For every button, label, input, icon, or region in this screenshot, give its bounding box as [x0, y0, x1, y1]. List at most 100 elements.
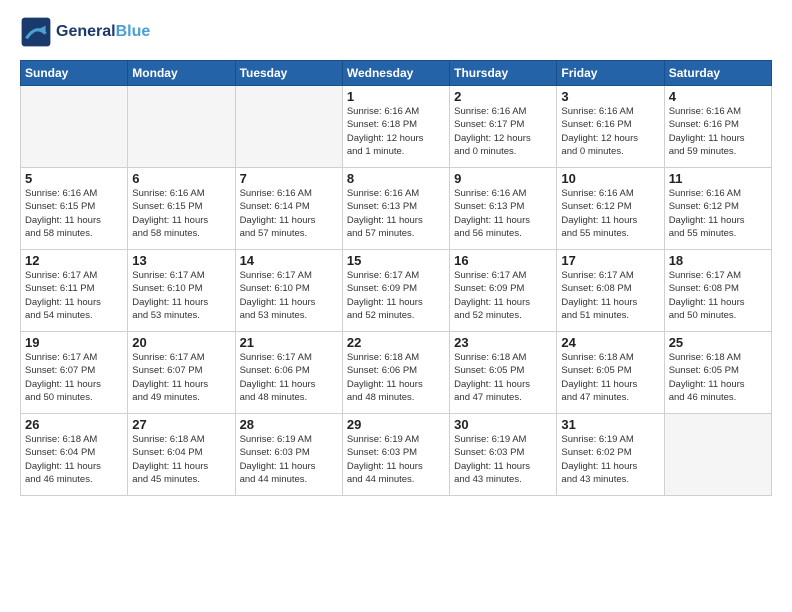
calendar-cell: 19Sunrise: 6:17 AM Sunset: 6:07 PM Dayli…: [21, 332, 128, 414]
calendar-cell: 21Sunrise: 6:17 AM Sunset: 6:06 PM Dayli…: [235, 332, 342, 414]
calendar-table: SundayMondayTuesdayWednesdayThursdayFrid…: [20, 60, 772, 496]
calendar-cell: 22Sunrise: 6:18 AM Sunset: 6:06 PM Dayli…: [342, 332, 449, 414]
day-number: 17: [561, 253, 659, 268]
day-number: 31: [561, 417, 659, 432]
day-number: 19: [25, 335, 123, 350]
calendar-cell: 10Sunrise: 6:16 AM Sunset: 6:12 PM Dayli…: [557, 168, 664, 250]
page-container: GeneralBlue SundayMondayTuesdayWednesday…: [0, 0, 792, 612]
calendar-cell: 18Sunrise: 6:17 AM Sunset: 6:08 PM Dayli…: [664, 250, 771, 332]
day-info: Sunrise: 6:17 AM Sunset: 6:08 PM Dayligh…: [561, 269, 659, 322]
day-info: Sunrise: 6:18 AM Sunset: 6:04 PM Dayligh…: [132, 433, 230, 486]
day-info: Sunrise: 6:17 AM Sunset: 6:11 PM Dayligh…: [25, 269, 123, 322]
calendar-cell: 17Sunrise: 6:17 AM Sunset: 6:08 PM Dayli…: [557, 250, 664, 332]
day-number: 9: [454, 171, 552, 186]
day-info: Sunrise: 6:16 AM Sunset: 6:14 PM Dayligh…: [240, 187, 338, 240]
day-number: 18: [669, 253, 767, 268]
day-info: Sunrise: 6:16 AM Sunset: 6:17 PM Dayligh…: [454, 105, 552, 158]
calendar-cell: 7Sunrise: 6:16 AM Sunset: 6:14 PM Daylig…: [235, 168, 342, 250]
day-number: 8: [347, 171, 445, 186]
day-info: Sunrise: 6:16 AM Sunset: 6:12 PM Dayligh…: [561, 187, 659, 240]
day-number: 1: [347, 89, 445, 104]
calendar-cell: [21, 86, 128, 168]
calendar-cell: 13Sunrise: 6:17 AM Sunset: 6:10 PM Dayli…: [128, 250, 235, 332]
logo-icon: [20, 16, 52, 48]
calendar-week-3: 12Sunrise: 6:17 AM Sunset: 6:11 PM Dayli…: [21, 250, 772, 332]
weekday-header-saturday: Saturday: [664, 61, 771, 86]
day-number: 24: [561, 335, 659, 350]
day-info: Sunrise: 6:16 AM Sunset: 6:15 PM Dayligh…: [132, 187, 230, 240]
calendar-cell: 28Sunrise: 6:19 AM Sunset: 6:03 PM Dayli…: [235, 414, 342, 496]
calendar-cell: 12Sunrise: 6:17 AM Sunset: 6:11 PM Dayli…: [21, 250, 128, 332]
day-info: Sunrise: 6:16 AM Sunset: 6:13 PM Dayligh…: [347, 187, 445, 240]
calendar-week-5: 26Sunrise: 6:18 AM Sunset: 6:04 PM Dayli…: [21, 414, 772, 496]
day-number: 25: [669, 335, 767, 350]
calendar-week-4: 19Sunrise: 6:17 AM Sunset: 6:07 PM Dayli…: [21, 332, 772, 414]
day-info: Sunrise: 6:18 AM Sunset: 6:04 PM Dayligh…: [25, 433, 123, 486]
day-number: 28: [240, 417, 338, 432]
calendar-cell: 1Sunrise: 6:16 AM Sunset: 6:18 PM Daylig…: [342, 86, 449, 168]
day-info: Sunrise: 6:19 AM Sunset: 6:03 PM Dayligh…: [240, 433, 338, 486]
calendar-cell: [664, 414, 771, 496]
calendar-cell: 5Sunrise: 6:16 AM Sunset: 6:15 PM Daylig…: [21, 168, 128, 250]
day-number: 16: [454, 253, 552, 268]
day-number: 29: [347, 417, 445, 432]
calendar-cell: 29Sunrise: 6:19 AM Sunset: 6:03 PM Dayli…: [342, 414, 449, 496]
weekday-header-wednesday: Wednesday: [342, 61, 449, 86]
day-info: Sunrise: 6:16 AM Sunset: 6:12 PM Dayligh…: [669, 187, 767, 240]
weekday-header-friday: Friday: [557, 61, 664, 86]
logo-text: GeneralBlue: [56, 23, 150, 41]
calendar-cell: 24Sunrise: 6:18 AM Sunset: 6:05 PM Dayli…: [557, 332, 664, 414]
day-info: Sunrise: 6:18 AM Sunset: 6:05 PM Dayligh…: [561, 351, 659, 404]
calendar-cell: [235, 86, 342, 168]
calendar-cell: 27Sunrise: 6:18 AM Sunset: 6:04 PM Dayli…: [128, 414, 235, 496]
day-number: 11: [669, 171, 767, 186]
day-number: 4: [669, 89, 767, 104]
day-number: 13: [132, 253, 230, 268]
day-info: Sunrise: 6:16 AM Sunset: 6:16 PM Dayligh…: [669, 105, 767, 158]
calendar-cell: [128, 86, 235, 168]
day-info: Sunrise: 6:18 AM Sunset: 6:06 PM Dayligh…: [347, 351, 445, 404]
day-info: Sunrise: 6:17 AM Sunset: 6:09 PM Dayligh…: [454, 269, 552, 322]
calendar-cell: 2Sunrise: 6:16 AM Sunset: 6:17 PM Daylig…: [450, 86, 557, 168]
weekday-header-row: SundayMondayTuesdayWednesdayThursdayFrid…: [21, 61, 772, 86]
calendar-cell: 20Sunrise: 6:17 AM Sunset: 6:07 PM Dayli…: [128, 332, 235, 414]
day-info: Sunrise: 6:17 AM Sunset: 6:07 PM Dayligh…: [132, 351, 230, 404]
calendar-cell: 16Sunrise: 6:17 AM Sunset: 6:09 PM Dayli…: [450, 250, 557, 332]
day-number: 20: [132, 335, 230, 350]
calendar-week-2: 5 Sunrise: 6:16 AM Sunset: 6:15 PM Daylig…: [21, 168, 772, 250]
day-info: Sunrise: 6:16 AM Sunset: 6:13 PM Dayligh…: [454, 187, 552, 240]
day-number: 3: [561, 89, 659, 104]
day-number: 14: [240, 253, 338, 268]
calendar-cell: 15Sunrise: 6:17 AM Sunset: 6:09 PM Dayli…: [342, 250, 449, 332]
day-number: 15: [347, 253, 445, 268]
calendar-cell: 14Sunrise: 6:17 AM Sunset: 6:10 PM Dayli…: [235, 250, 342, 332]
day-number: 26: [25, 417, 123, 432]
day-number: 2: [454, 89, 552, 104]
calendar-cell: 6Sunrise: 6:16 AM Sunset: 6:15 PM Daylig…: [128, 168, 235, 250]
header: GeneralBlue: [20, 16, 772, 48]
calendar-cell: 3Sunrise: 6:16 AM Sunset: 6:16 PM Daylig…: [557, 86, 664, 168]
weekday-header-monday: Monday: [128, 61, 235, 86]
day-info: Sunrise: 6:17 AM Sunset: 6:09 PM Dayligh…: [347, 269, 445, 322]
day-info: Sunrise: 6:17 AM Sunset: 6:10 PM Dayligh…: [240, 269, 338, 322]
calendar-cell: 8Sunrise: 6:16 AM Sunset: 6:13 PM Daylig…: [342, 168, 449, 250]
day-info: Sunrise: 6:16 AM Sunset: 6:16 PM Dayligh…: [561, 105, 659, 158]
day-number: 5: [25, 171, 123, 186]
weekday-header-sunday: Sunday: [21, 61, 128, 86]
day-number: 6: [132, 171, 230, 186]
day-number: 12: [25, 253, 123, 268]
calendar-cell: 23Sunrise: 6:18 AM Sunset: 6:05 PM Dayli…: [450, 332, 557, 414]
calendar-cell: 4Sunrise: 6:16 AM Sunset: 6:16 PM Daylig…: [664, 86, 771, 168]
calendar-cell: 25Sunrise: 6:18 AM Sunset: 6:05 PM Dayli…: [664, 332, 771, 414]
day-number: 30: [454, 417, 552, 432]
day-number: 23: [454, 335, 552, 350]
weekday-header-thursday: Thursday: [450, 61, 557, 86]
day-number: 7: [240, 171, 338, 186]
day-info: Sunrise: 6:17 AM Sunset: 6:07 PM Dayligh…: [25, 351, 123, 404]
day-number: 27: [132, 417, 230, 432]
day-info: Sunrise: 6:19 AM Sunset: 6:03 PM Dayligh…: [347, 433, 445, 486]
day-info: Sunrise: 6:19 AM Sunset: 6:02 PM Dayligh…: [561, 433, 659, 486]
day-info: Sunrise: 6:17 AM Sunset: 6:10 PM Dayligh…: [132, 269, 230, 322]
day-info: Sunrise: 6:16 AM Sunset: 6:18 PM Dayligh…: [347, 105, 445, 158]
calendar-cell: 31Sunrise: 6:19 AM Sunset: 6:02 PM Dayli…: [557, 414, 664, 496]
